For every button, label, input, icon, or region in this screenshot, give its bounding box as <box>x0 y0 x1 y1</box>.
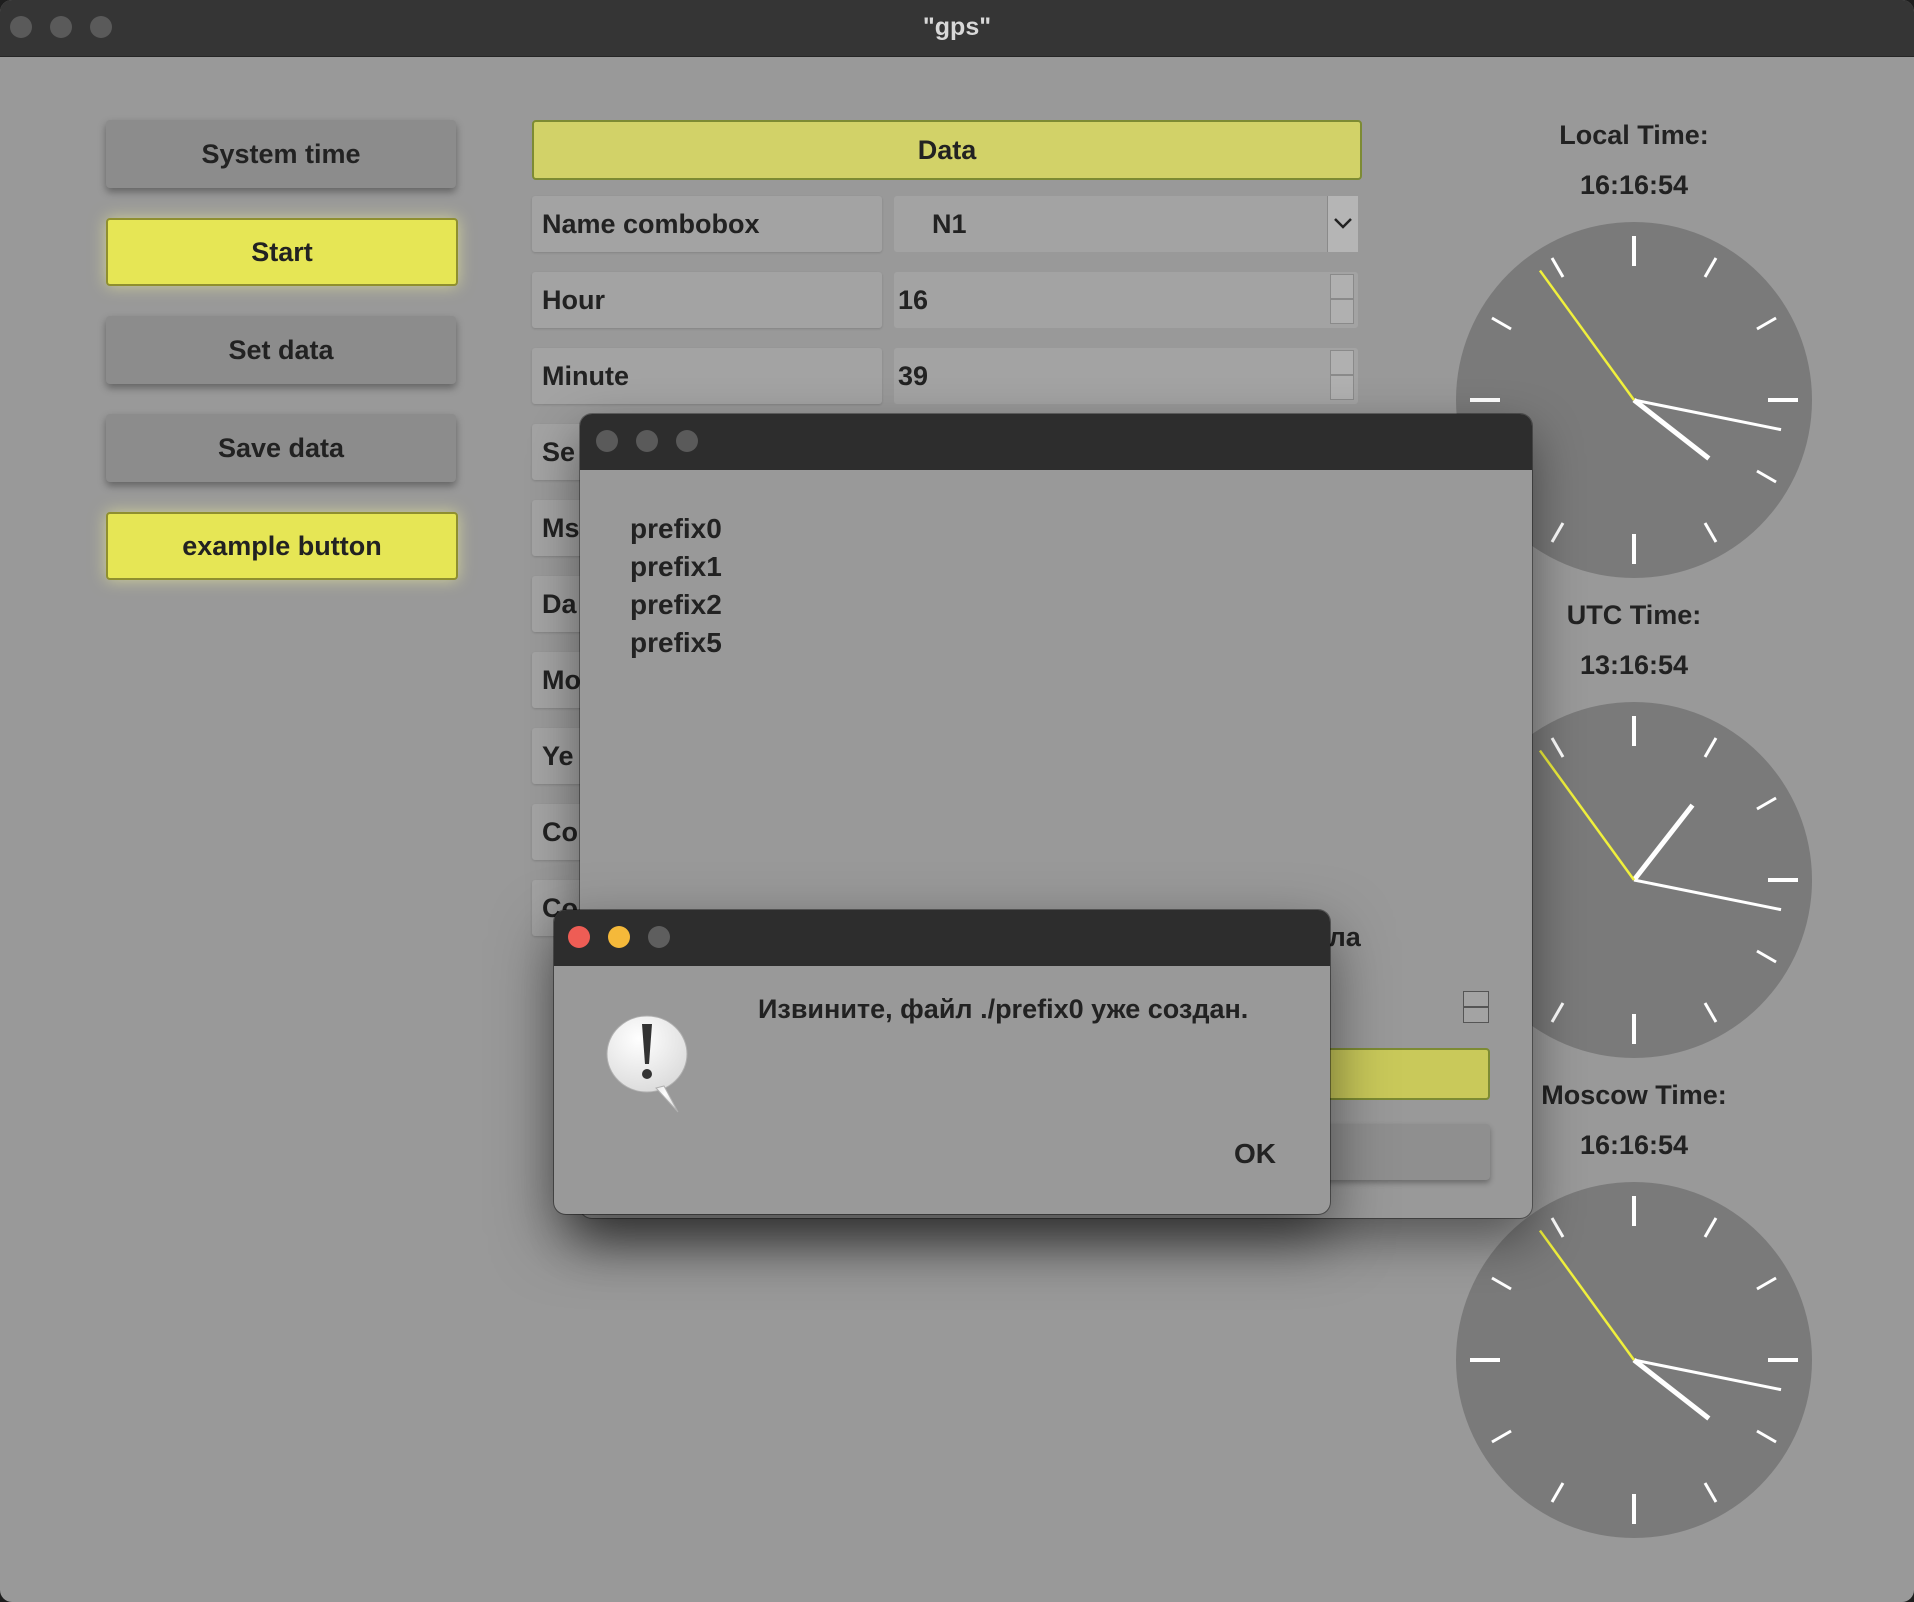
hour-value: 16 <box>898 285 929 315</box>
minute-spinbox[interactable]: 39 <box>894 348 1358 404</box>
name-combobox[interactable]: N1 <box>894 196 1358 252</box>
alert-dialog: Извините, файл ./prefix0 уже создан. OK <box>554 910 1330 1214</box>
minute-label: Minute <box>532 348 882 404</box>
save-data-button[interactable]: Save data <box>106 414 456 482</box>
alert-zoom-button[interactable] <box>648 926 670 948</box>
set-data-button[interactable]: Set data <box>106 316 456 384</box>
name-combobox-label: Name combobox <box>532 196 882 252</box>
name-combobox-value: N1 <box>932 209 967 239</box>
file-dialog-title-bar <box>580 414 1532 470</box>
title-bar: "gps" <box>0 0 1914 57</box>
alert-title-bar <box>554 910 1330 966</box>
minute-stepper[interactable] <box>1330 350 1354 402</box>
hour-stepper[interactable] <box>1330 274 1354 326</box>
exclamation-speech-bubble-icon <box>604 1008 690 1123</box>
alert-minimize-button[interactable] <box>608 926 630 948</box>
file-dialog-close-button[interactable] <box>596 430 618 452</box>
local-time-label: Local Time: <box>1559 120 1709 150</box>
list-item[interactable]: prefix1 <box>630 548 722 586</box>
example-button[interactable]: example button <box>106 512 458 580</box>
hour-label: Hour <box>532 272 882 328</box>
system-time-button[interactable]: System time <box>106 120 456 188</box>
list-item[interactable]: prefix2 <box>630 586 722 624</box>
moscow-analog-clock <box>1456 1182 1812 1538</box>
ok-button[interactable]: OK <box>1234 1138 1276 1170</box>
alert-close-button[interactable] <box>568 926 590 948</box>
local-time-value: 16:16:54 <box>1579 170 1689 200</box>
alert-message: Извините, файл ./prefix0 уже создан. <box>758 994 1249 1024</box>
list-item[interactable]: prefix5 <box>630 624 722 662</box>
hour-spinbox[interactable]: 16 <box>894 272 1358 328</box>
small-stepper[interactable] <box>1463 991 1489 1023</box>
file-dialog-zoom-button[interactable] <box>676 430 698 452</box>
chevron-down-icon[interactable] <box>1327 196 1358 252</box>
file-list: prefix0 prefix1 prefix2 prefix5 <box>630 510 722 662</box>
file-dialog-minimize-button[interactable] <box>636 430 658 452</box>
main-window: "gps" System time Start Set data Save da… <box>0 0 1914 1602</box>
data-header-button[interactable]: Data <box>532 120 1362 180</box>
window-title: "gps" <box>922 13 992 41</box>
list-item[interactable]: prefix0 <box>630 510 722 548</box>
start-button[interactable]: Start <box>106 218 458 286</box>
minute-value: 39 <box>898 361 929 391</box>
